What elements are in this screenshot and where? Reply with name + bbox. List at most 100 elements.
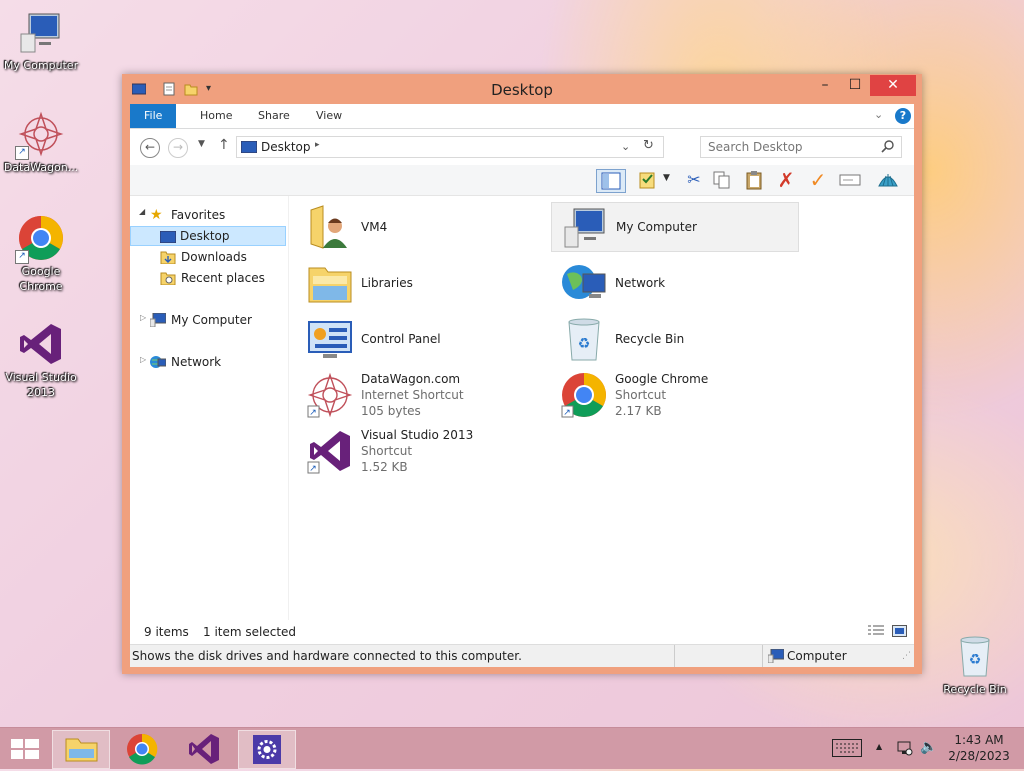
nav-network[interactable]: Network <box>150 352 286 372</box>
file-item-size: 1.52 KB <box>361 460 408 474</box>
svg-text:♻: ♻ <box>578 336 591 352</box>
file-item-datawagon[interactable]: ↗ DataWagon.com Internet Shortcut 105 by… <box>297 370 545 420</box>
file-item-type: Shortcut <box>615 388 667 402</box>
copy-icon[interactable] <box>710 169 734 191</box>
refresh-icon[interactable]: ↻ <box>643 138 654 153</box>
desktop-icon-label: My Computer <box>3 59 79 72</box>
recent-places-icon <box>160 271 176 286</box>
file-item-libraries[interactable]: Libraries <box>297 258 545 308</box>
control-panel-icon <box>307 316 353 362</box>
nav-item-recent-places[interactable]: Recent places <box>160 268 286 288</box>
ribbon-tabs: File Home Share View ⌄ ? <box>130 104 914 129</box>
nav-favorites[interactable]: ★ Favorites <box>150 205 286 225</box>
taskbar-chrome[interactable] <box>114 730 170 767</box>
file-item-size: 2.17 KB <box>615 404 662 418</box>
collapse-favorites-icon[interactable]: ◢ <box>139 207 145 216</box>
search-input[interactable]: Search Desktop <box>708 140 803 154</box>
tab-file[interactable]: File <box>130 104 177 128</box>
checkmark-icon[interactable]: ✓ <box>806 169 830 191</box>
file-item-vm4[interactable]: VM4 <box>297 202 545 252</box>
details-view-icon[interactable] <box>868 625 884 640</box>
expand-network-icon[interactable]: ▷ <box>140 355 146 364</box>
expand-ribbon-icon[interactable]: ⌄ <box>874 108 883 121</box>
datawagon-icon: ↗ <box>15 110 65 160</box>
libraries-icon <box>307 260 353 306</box>
desktop-icon-visual-studio[interactable]: Visual Studio 2013 <box>0 320 82 400</box>
nav-item-downloads[interactable]: Downloads <box>160 247 286 267</box>
taskbar-visual-studio[interactable] <box>176 730 232 767</box>
shell-icon[interactable] <box>876 169 900 191</box>
nav-my-computer[interactable]: My Computer <box>149 310 286 330</box>
network-status-icon[interactable] <box>897 740 913 759</box>
back-button[interactable]: ← <box>140 138 160 158</box>
desktop-icon-label: Visual Studio 2013 <box>5 371 77 399</box>
downloads-folder-icon <box>160 250 176 265</box>
dropdown-icon[interactable]: ▼ <box>663 173 670 183</box>
nav-item-desktop[interactable]: Desktop <box>130 226 286 246</box>
chrome-icon: ↗ <box>15 214 65 264</box>
paste-icon[interactable] <box>742 169 766 191</box>
desktop-icon-label: Recycle Bin <box>943 683 1007 696</box>
search-box[interactable]: Search Desktop <box>700 136 902 158</box>
expand-my-computer-icon[interactable]: ▷ <box>140 313 146 322</box>
selection-count: 1 item selected <box>203 625 297 639</box>
title-bar[interactable]: ▾ Desktop – ☐ ✕ <box>122 74 922 104</box>
start-button[interactable] <box>0 730 50 767</box>
taskbar-file-explorer[interactable] <box>52 730 110 769</box>
file-item-network[interactable]: Network <box>551 258 799 308</box>
desktop-small-icon <box>240 140 258 156</box>
help-icon[interactable]: ? <box>895 108 911 124</box>
file-item-google-chrome[interactable]: ↗ Google Chrome Shortcut 2.17 KB <box>551 370 799 420</box>
file-explorer-icon <box>65 738 98 762</box>
breadcrumb-chevron-icon[interactable]: ▸ <box>315 140 320 150</box>
tab-share[interactable]: Share <box>245 104 303 128</box>
file-item-type: Internet Shortcut <box>361 388 464 402</box>
chrome-icon: ↗ <box>561 372 607 418</box>
file-item-type: Shortcut <box>361 444 413 458</box>
address-dropdown-icon[interactable]: ⌄ <box>621 140 630 153</box>
window-title: Desktop <box>491 81 553 99</box>
my-computer-icon <box>149 312 167 328</box>
recent-locations-icon[interactable]: ▼ <box>198 139 205 149</box>
address-bar[interactable]: Desktop ▸ ⌄ ↻ <box>236 136 664 158</box>
nav-my-computer-label: My Computer <box>171 313 252 327</box>
breadcrumb-desktop[interactable]: Desktop <box>261 140 311 154</box>
rename-icon[interactable] <box>838 169 862 191</box>
up-button[interactable]: ↑ <box>218 137 230 153</box>
details-bar: Shows the disk drives and hardware conne… <box>130 644 914 667</box>
visual-studio-icon <box>17 320 65 368</box>
resize-grip-icon[interactable]: ⋰ <box>902 651 911 661</box>
nav-favorites-label: Favorites <box>171 208 226 222</box>
desktop-icon-chrome[interactable]: ↗ Google Chrome <box>0 214 82 294</box>
forward-button[interactable]: → <box>168 138 188 158</box>
minimize-button[interactable]: – <box>810 75 840 96</box>
file-item-control-panel[interactable]: Control Panel <box>297 314 545 364</box>
file-item-recycle-bin[interactable]: ♻ Recycle Bin <box>551 314 799 364</box>
desktop-icon-recycle-bin[interactable]: ♻ Recycle Bin <box>934 632 1016 697</box>
properties-checklist-icon[interactable] <box>635 169 659 191</box>
file-item-my-computer[interactable]: My Computer <box>551 202 799 252</box>
keyboard-icon[interactable] <box>832 739 862 760</box>
chrome-icon <box>127 733 158 765</box>
maximize-button[interactable]: ☐ <box>840 75 870 96</box>
volume-icon[interactable]: 🔈 <box>920 739 937 755</box>
file-item-name: DataWagon.com <box>361 372 461 386</box>
desktop-icon-datawagon[interactable]: ↗ DataWagon... <box>0 110 82 175</box>
search-icon[interactable] <box>881 139 895 156</box>
desktop-icon-my-computer[interactable]: My Computer <box>0 8 82 73</box>
tab-view[interactable]: View <box>303 104 355 128</box>
close-button[interactable]: ✕ <box>870 75 916 96</box>
delete-icon[interactable]: ✗ <box>774 169 798 191</box>
visual-studio-icon <box>189 734 219 764</box>
network-icon <box>561 260 607 306</box>
large-icons-view-icon[interactable] <box>892 625 908 640</box>
cut-icon[interactable]: ✂ <box>682 169 706 191</box>
tab-home[interactable]: Home <box>187 104 245 128</box>
taskbar-settings[interactable] <box>238 730 296 769</box>
show-hidden-icons-icon[interactable]: ▲ <box>876 742 882 751</box>
clock[interactable]: 1:43 AM 2/28/2023 <box>946 732 1012 764</box>
file-item-name: Control Panel <box>361 332 441 346</box>
file-item-visual-studio[interactable]: ↗ Visual Studio 2013 Shortcut 1.52 KB <box>297 426 545 476</box>
svg-text:♻: ♻ <box>969 652 982 668</box>
preview-pane-button[interactable] <box>596 169 626 193</box>
